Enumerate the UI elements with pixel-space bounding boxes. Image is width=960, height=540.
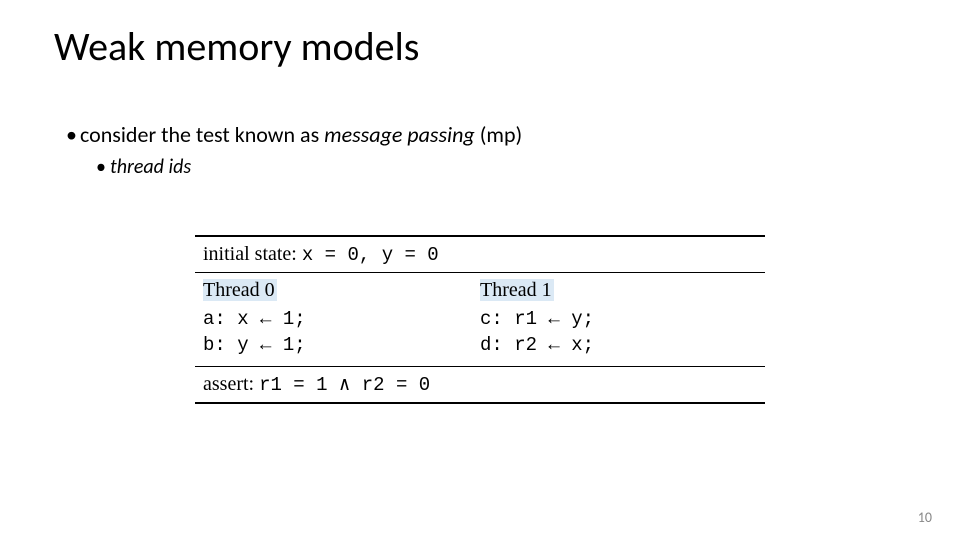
bullet-level-2: •thread ids [96,154,522,181]
bullet-dot-icon: • [66,120,80,150]
assert-label: assert: [203,373,259,395]
thread-0-header: Thread 0 [203,279,480,302]
initial-state-expr: x = 0, y = 0 [302,244,439,266]
bullet-text-em: message passing [324,121,475,148]
threads-row: Thread 0 a: x ← 1; b: y ← 1; Thread 1 c:… [195,273,765,366]
thread-1-line-d: d: r2 ← x; [480,334,757,356]
bullet-text-suffix: (mp) [475,121,522,148]
assert-row: assert: r1 = 1 ∧ r2 = 0 [195,367,765,402]
litmus-test-table: initial state: x = 0, y = 0 Thread 0 a: … [195,235,765,404]
bullet-level-1: •consider the test known as message pass… [66,120,522,150]
thread-0-line-b: b: y ← 1; [203,334,480,356]
bullet-list: •consider the test known as message pass… [66,120,522,181]
thread-1-line-c: c: r1 ← y; [480,308,757,330]
bullet-text-prefix: consider the test known as [80,121,324,148]
thread-1-header: Thread 1 [480,279,757,302]
initial-state-row: initial state: x = 0, y = 0 [195,237,765,272]
thread-0-column: Thread 0 a: x ← 1; b: y ← 1; [203,279,480,356]
page-number: 10 [918,509,932,526]
slide: Weak memory models •consider the test kn… [0,0,960,540]
thread-0-line-a: a: x ← 1; [203,308,480,330]
thread-1-column: Thread 1 c: r1 ← y; d: r2 ← x; [480,279,757,356]
assert-expr: r1 = 1 ∧ r2 = 0 [259,374,430,396]
thread-1-header-text: Thread 1 [480,279,554,301]
thread-0-header-text: Thread 0 [203,279,277,301]
initial-state-label: initial state: [203,243,302,265]
table-rule [195,402,765,404]
bullet-dot-icon: • [96,154,110,181]
slide-title: Weak memory models [54,22,419,71]
bullet-l2-text: thread ids [110,155,191,179]
